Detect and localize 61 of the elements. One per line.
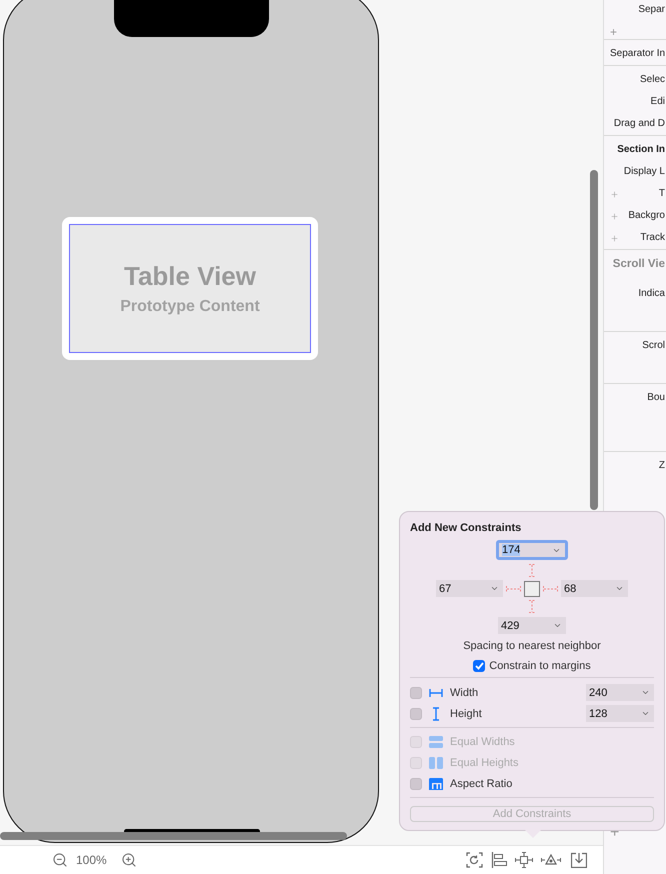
option-label: Width [450, 686, 480, 698]
add-icon[interactable] [610, 190, 619, 199]
table-view-title: Table View [124, 261, 256, 292]
caret-icon [641, 709, 650, 718]
popover-title: Add New Constraints [410, 522, 522, 534]
caret-icon [490, 584, 499, 593]
embed-icon[interactable] [571, 852, 587, 868]
margins-checkbox[interactable] [473, 660, 486, 672]
caret-icon [641, 688, 650, 697]
property-label: Section In [617, 144, 665, 155]
caret-icon [553, 621, 562, 630]
constraint-value-field[interactable]: 240 [586, 684, 654, 701]
width-icon [429, 688, 443, 696]
constraint-checkbox[interactable] [410, 686, 422, 698]
property-label: Display L [624, 166, 665, 177]
property-label: T [658, 188, 665, 199]
left-constraint-icon [506, 584, 521, 592]
equal-widths-icon [429, 736, 443, 748]
property-label: Track [640, 232, 665, 243]
option-label: Aspect Ratio [450, 778, 514, 790]
section-header: Scroll Vie [612, 258, 665, 270]
property-label: Indica [638, 288, 665, 299]
add-constraints-icon[interactable] [515, 852, 533, 868]
option-label: Equal Heights [450, 756, 520, 768]
constraint-checkbox[interactable] [410, 708, 422, 720]
property-label: Scrol [642, 340, 665, 351]
top-spacing-field[interactable]: 174 [496, 540, 568, 560]
property-label: Selec [640, 74, 665, 85]
property-label: Backgro [628, 210, 665, 221]
property-label: Z [658, 460, 665, 471]
zoom-out-icon[interactable] [52, 852, 68, 868]
constraint-checkbox[interactable] [410, 778, 422, 790]
bottom-spacing-field[interactable]: 429 [498, 617, 566, 634]
spacing-caption: Spacing to nearest neighbor [462, 640, 602, 652]
property-label: Edi [650, 96, 665, 107]
bottom-constraint-icon [528, 600, 536, 613]
option-label: Equal Widths [450, 736, 516, 748]
horizontal-scrollbar[interactable] [0, 832, 347, 840]
table-view-subtitle: Prototype Content [120, 298, 260, 316]
right-constraint-icon [543, 584, 558, 592]
zoom-in-icon[interactable] [120, 852, 137, 868]
property-label: Separator In [610, 48, 666, 59]
add-icon[interactable] [610, 212, 619, 221]
aspect-ratio-icon [429, 778, 443, 790]
property-label: Bou [647, 392, 665, 403]
top-constraint-icon [528, 564, 536, 577]
view-square [524, 580, 540, 596]
checkbox-label: Constrain to margins [489, 660, 591, 672]
left-spacing-field[interactable]: 67 [436, 580, 503, 597]
align-icon[interactable] [491, 852, 507, 868]
zoom-level: 100% [76, 853, 107, 867]
equal-heights-icon [429, 756, 443, 768]
property-label: Separ [638, 4, 665, 15]
property-label: Drag and D [614, 118, 665, 129]
update-frames-icon[interactable] [466, 852, 483, 868]
add-icon[interactable] [610, 234, 619, 243]
caret-icon [615, 584, 624, 593]
option-label: Height [450, 708, 483, 720]
vertical-scrollbar[interactable] [590, 170, 598, 510]
constraint-value-field[interactable]: 128 [586, 705, 654, 722]
right-spacing-field[interactable]: 68 [561, 580, 628, 597]
